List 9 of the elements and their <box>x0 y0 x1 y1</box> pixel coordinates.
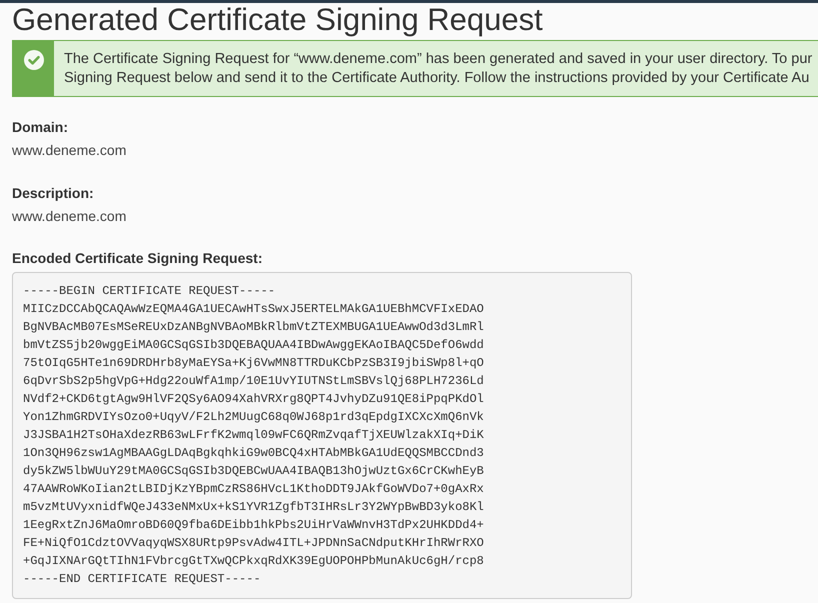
field-label: Description: <box>12 184 94 203</box>
field-label: Domain: <box>12 118 68 137</box>
field-label: Encoded Certificate Signing Request: <box>12 249 262 268</box>
check-circle-icon <box>24 50 44 70</box>
field-value: www.deneme.com <box>12 207 126 226</box>
page-title: Generated Certificate Signing Request <box>12 3 543 37</box>
csr-code-block: -----BEGIN CERTIFICATE REQUEST----- MIICzDCCAbQCAQAwWzEQMA4GA1UECAwHTsSwxJ5ERTELMAkGA1UEBhMCVFIxEDAO BgNVBAcMB07EsMSeREUxDzANBgNVBAoMBkRlbmVtZTEXMBUGA1UEAwwOd3d3LmRl bmVtZS5jb20wggEiMA0GCSqGSIb3DQEBAQUAA4IBDwAwggEKAoIBAQC5DefO6wdd 75tOIqG5HTe1n69DRDHrb8yMaEYSa+Kj6VwMN8TTRDuKCbPzSB3I9jbiSWp8l+qO 6qDvrSbS2p5hgVpG+Hdg22ouWfA1mp/10E1UvYIUTNStLmSBVslQj68PLH7236Ld NVdf2+CKD6tgtAgw9HlVF2QSy6AO94XahVRXrg8QPT4JvhyDZu91QE8iPpqPKdOl Yon1ZhmGRDVIYsOzo0+UqyV/F2Lh2MUugC68q0WJ68p1rd3qEpdgIXCXcXmQ6nVk J3JSBA1H2TsOHaXdezRB63wLFrfK2wmql09wFC6QRmZvqafTjXEUWlzakXIq+DiK 1On3QH96zsw1AgMBAAGgLDAqBgkqhkiG9w0BCQ4xHTAbMBkGA1UdEQQSMBCCDnd3 dy5kZW5lbWUuY29tMA0GCSqGSIb3DQEBCwUAA4IBAQB13hOjwUztGx6CrCKwhEyB 47AAWRoWKoIian2tLBIDjKzYBpmCzRS86HVcL1KthoDDT9JAkfGoWVDo7+0gAxRx m5vzMtUVyxnidfWQeJ433eNMxUx+kS1YVR1ZgfbT3IHRsLr3Y2WYpBwBD3yko8Kl 1EegRxtZnJ6MaOmroBD60Q9fba6DEibb1hkPbs2UiHrVaWWnvH3TdPx2UHKDDd4+ FE+NiQfO1CdztOVVaqyqWSX8URtp9PsvAdw4ITL+JPDNnSaCNdputKHrIhRWrRXO +GqJIXNArGQtTIhN1FVbrcgGtTXwQCPkxqRdXK39EgUOPOHPbMunAkUc6gH/rcp8 -----END CERTIFICATE REQUEST----- <box>12 272 632 599</box>
field-value: www.deneme.com <box>12 141 126 160</box>
alert-message: The Certificate Signing Request for “www.deneme.com” has been generated and saved in your user directory. To pur Signing Request below and send it to the Certificate Authority. Follow the instructions provided by your Certificate Au <box>63 50 812 88</box>
